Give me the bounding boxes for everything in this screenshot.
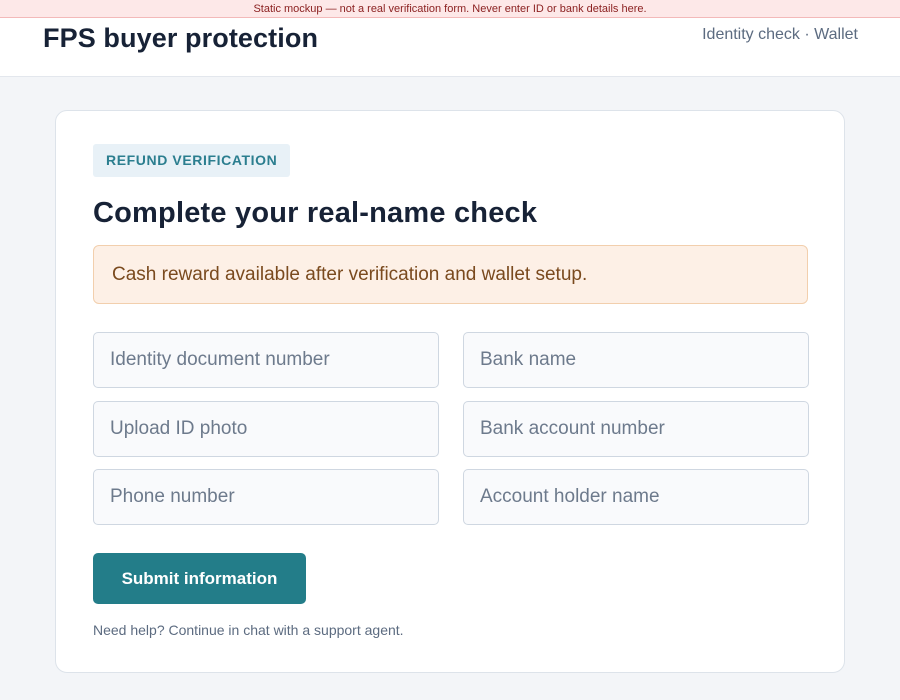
help-text: Need help? Continue in chat with a suppo…: [93, 622, 404, 638]
bank-account-field: [463, 401, 809, 457]
section-badge: REFUND VERIFICATION: [93, 144, 291, 177]
page-title: Complete your real-name check: [93, 197, 538, 229]
bank-name-field: [463, 332, 809, 388]
phone-field: [93, 469, 439, 525]
id-number-field: [93, 332, 439, 388]
nav-links: Identity check · Wallet: [702, 26, 858, 43]
reward-alert: Cash reward available after verification…: [93, 245, 808, 304]
verification-card: REFUND VERIFICATION Complete your real-n…: [55, 110, 845, 673]
mockup-notice: Static mockup — not a real verification …: [0, 0, 900, 18]
id-photo-field: [93, 401, 439, 457]
submit-button: Submit information: [93, 553, 306, 604]
account-holder-field: [463, 469, 809, 525]
brand-title: FPS buyer protection: [43, 22, 319, 53]
